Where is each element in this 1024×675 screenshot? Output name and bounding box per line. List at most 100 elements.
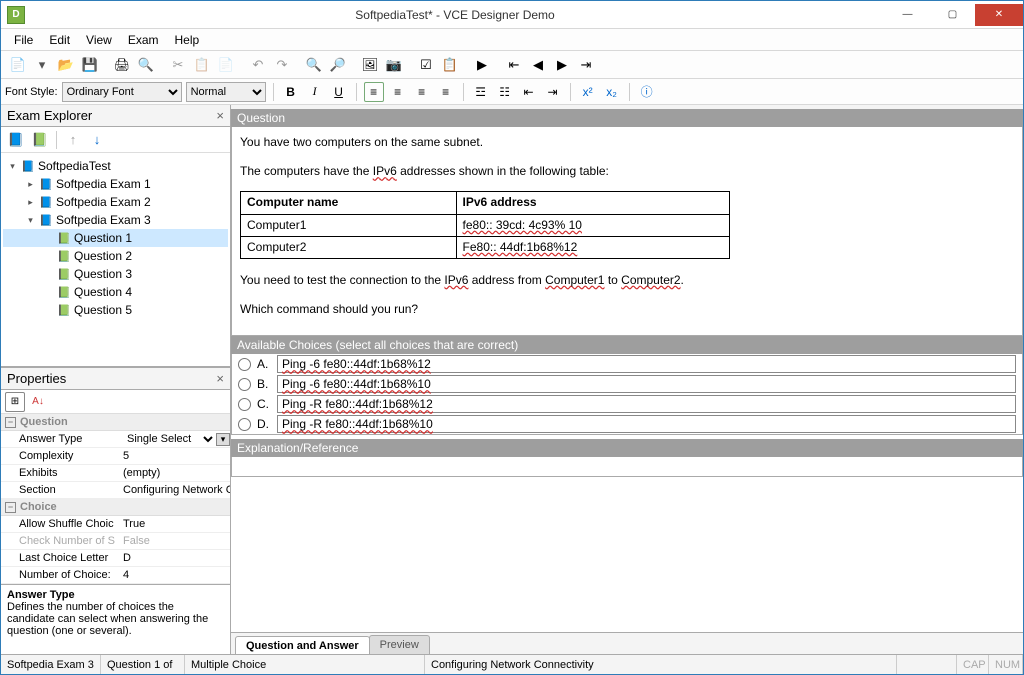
new-dropdown[interactable]: ▾ bbox=[31, 54, 53, 76]
tree-item[interactable]: ▸📘Softpedia Exam 2 bbox=[3, 193, 228, 211]
image-button[interactable]: 🖼 bbox=[359, 54, 381, 76]
collapse-icon[interactable]: − bbox=[5, 502, 16, 513]
property-value[interactable]: Configuring Network C bbox=[121, 484, 230, 496]
tree-item[interactable]: ▸📗Question 2 bbox=[3, 247, 228, 265]
categorize-button[interactable]: ⊞ bbox=[5, 392, 25, 412]
sort-button[interactable]: A↓ bbox=[28, 392, 48, 412]
property-value[interactable]: 5 bbox=[121, 450, 230, 462]
superscript-button[interactable]: x² bbox=[578, 82, 598, 102]
choice-text-input[interactable]: Ping -6 fe80::44df:1b68%12 bbox=[277, 355, 1016, 373]
choice-radio[interactable] bbox=[238, 418, 251, 431]
tree-twist-icon[interactable]: ▸ bbox=[25, 197, 36, 208]
tree-item[interactable]: ▾📘SoftpediaTest bbox=[3, 157, 228, 175]
question-body[interactable]: You have two computers on the same subne… bbox=[231, 127, 1023, 336]
property-row[interactable]: Complexity5 bbox=[1, 448, 230, 465]
tab-question-answer[interactable]: Question and Answer bbox=[235, 636, 370, 654]
paste-button[interactable]: 📄 bbox=[215, 54, 237, 76]
property-row[interactable]: Exhibits(empty) bbox=[1, 465, 230, 482]
nav-next-button[interactable]: ▶ bbox=[551, 54, 573, 76]
property-row[interactable]: Allow Shuffle ChoicTrue bbox=[1, 516, 230, 533]
tree-item[interactable]: ▾📘Softpedia Exam 3 bbox=[3, 211, 228, 229]
italic-button[interactable]: I bbox=[305, 82, 325, 102]
property-category[interactable]: −Question bbox=[1, 414, 230, 431]
property-row[interactable]: Check Number of SFalse bbox=[1, 533, 230, 550]
save-button[interactable]: 💾 bbox=[79, 54, 101, 76]
choice-text-input[interactable]: Ping -R fe80::44df:1b68%12 bbox=[277, 395, 1016, 413]
check-button[interactable]: ☑ bbox=[415, 54, 437, 76]
menu-exam[interactable]: Exam bbox=[121, 31, 166, 49]
tree-item[interactable]: ▸📗Question 4 bbox=[3, 283, 228, 301]
property-value[interactable]: True bbox=[121, 518, 230, 530]
panel-close-icon[interactable]: × bbox=[216, 371, 224, 386]
zoom-out-button[interactable]: 🔎 bbox=[327, 54, 349, 76]
align-justify-button[interactable]: ≡ bbox=[436, 82, 456, 102]
dropdown-icon[interactable]: ▾ bbox=[216, 433, 230, 446]
choice-text-input[interactable]: Ping -R fe80::44df:1b68%10 bbox=[277, 415, 1016, 433]
numbered-list-button[interactable]: ☲ bbox=[471, 82, 491, 102]
property-row[interactable]: Last Choice LetterD bbox=[1, 550, 230, 567]
property-value[interactable]: (empty) bbox=[121, 467, 230, 479]
tree-item[interactable]: ▸📗Question 3 bbox=[3, 265, 228, 283]
property-value-select[interactable]: Single Select bbox=[123, 432, 216, 446]
undo-button[interactable]: ↶ bbox=[247, 54, 269, 76]
add-question-button[interactable]: 📗 bbox=[29, 129, 51, 151]
choice-text-input[interactable]: Ping -6 fe80::44df:1b68%10 bbox=[277, 375, 1016, 393]
help-button[interactable]: ⓘ bbox=[637, 82, 657, 102]
tree-twist-icon[interactable]: ▾ bbox=[25, 215, 36, 226]
tree-twist-icon[interactable]: ▾ bbox=[7, 161, 18, 172]
nav-last-button[interactable]: ⇥ bbox=[575, 54, 597, 76]
underline-button[interactable]: U bbox=[329, 82, 349, 102]
tree-twist-icon[interactable]: ▸ bbox=[25, 179, 36, 190]
bold-button[interactable]: B bbox=[281, 82, 301, 102]
menu-view[interactable]: View bbox=[79, 31, 119, 49]
add-exam-button[interactable]: 📘 bbox=[5, 129, 27, 151]
zoom-in-button[interactable]: 🔍 bbox=[303, 54, 325, 76]
properties-grid[interactable]: −QuestionAnswer TypeSingle Select▾Comple… bbox=[1, 414, 230, 584]
align-left-button[interactable]: ≡ bbox=[364, 82, 384, 102]
property-value[interactable]: False bbox=[121, 535, 230, 547]
print-button[interactable]: 🖨 bbox=[111, 54, 133, 76]
screenshot-button[interactable]: 📷 bbox=[383, 54, 405, 76]
copy-button[interactable]: 📋 bbox=[191, 54, 213, 76]
tree-item[interactable]: ▸📘Softpedia Exam 1 bbox=[3, 175, 228, 193]
explanation-input[interactable] bbox=[231, 457, 1023, 477]
minimize-button[interactable]: — bbox=[885, 4, 930, 26]
move-up-button[interactable]: ↑ bbox=[62, 129, 84, 151]
bullet-list-button[interactable]: ☷ bbox=[495, 82, 515, 102]
property-category[interactable]: −Choice bbox=[1, 499, 230, 516]
align-right-button[interactable]: ≡ bbox=[412, 82, 432, 102]
open-button[interactable]: 📂 bbox=[55, 54, 77, 76]
menu-file[interactable]: File bbox=[7, 31, 40, 49]
tree-item[interactable]: ▸📗Question 5 bbox=[3, 301, 228, 319]
property-value[interactable]: D bbox=[121, 552, 230, 564]
indent-button[interactable]: ⇥ bbox=[543, 82, 563, 102]
tree-item[interactable]: ▸📗Question 1 bbox=[3, 229, 228, 247]
choice-radio[interactable] bbox=[238, 398, 251, 411]
collapse-icon[interactable]: − bbox=[5, 417, 16, 428]
nav-prev-button[interactable]: ◀ bbox=[527, 54, 549, 76]
close-button[interactable]: ✕ bbox=[975, 4, 1023, 26]
nav-first-button[interactable]: ⇤ bbox=[503, 54, 525, 76]
property-row[interactable]: Answer TypeSingle Select▾ bbox=[1, 431, 230, 448]
menu-edit[interactable]: Edit bbox=[42, 31, 77, 49]
subscript-button[interactable]: x₂ bbox=[602, 82, 622, 102]
outdent-button[interactable]: ⇤ bbox=[519, 82, 539, 102]
property-row[interactable]: SectionConfiguring Network C bbox=[1, 482, 230, 499]
choice-radio[interactable] bbox=[238, 378, 251, 391]
font-style-select[interactable]: Normal bbox=[186, 82, 266, 102]
maximize-button[interactable]: ▢ bbox=[930, 4, 975, 26]
tab-preview[interactable]: Preview bbox=[369, 635, 430, 654]
exam-tree[interactable]: ▾📘SoftpediaTest▸📘Softpedia Exam 1▸📘Softp… bbox=[1, 153, 230, 366]
cut-button[interactable]: ✂ bbox=[167, 54, 189, 76]
property-value[interactable]: Single Select▾ bbox=[121, 432, 230, 446]
panel-close-icon[interactable]: × bbox=[216, 108, 224, 123]
property-value[interactable]: 4 bbox=[121, 569, 230, 581]
new-button[interactable]: 📄 bbox=[7, 54, 29, 76]
list-button[interactable]: 📋 bbox=[439, 54, 461, 76]
menu-help[interactable]: Help bbox=[168, 31, 207, 49]
align-center-button[interactable]: ≡ bbox=[388, 82, 408, 102]
run-button[interactable]: ▶ bbox=[471, 54, 493, 76]
choice-radio[interactable] bbox=[238, 358, 251, 371]
move-down-button[interactable]: ↓ bbox=[86, 129, 108, 151]
print-preview-button[interactable]: 🔍 bbox=[135, 54, 157, 76]
